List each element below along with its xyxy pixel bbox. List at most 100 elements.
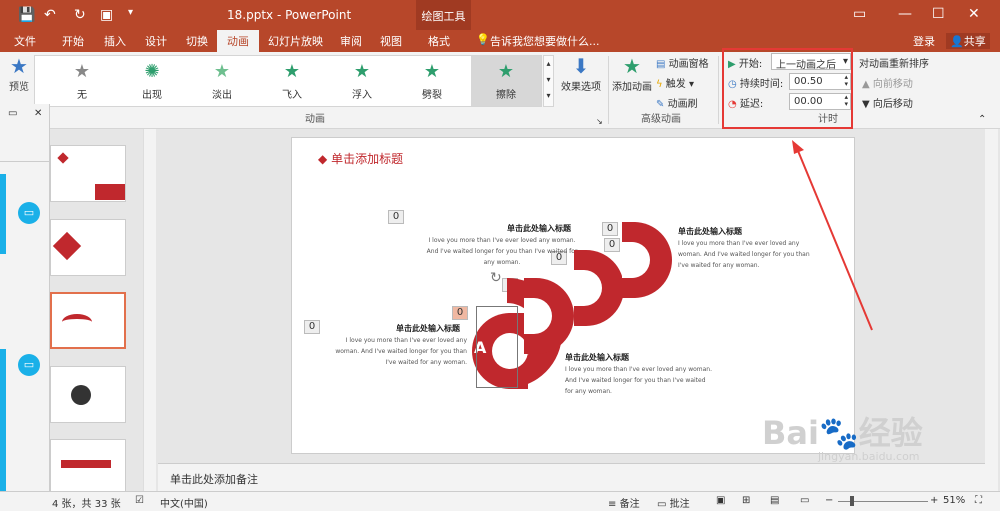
dialog-launcher-icon[interactable]: ↘ (596, 117, 603, 126)
tab-design[interactable]: 设计 (145, 33, 167, 49)
timing-highlight-box (722, 48, 853, 129)
tab-slideshow[interactable]: 幻灯片放映 (268, 33, 323, 49)
star-icon: ★ (213, 61, 231, 82)
normal-view-icon[interactable]: ▣ (716, 495, 725, 506)
notes-icon: ≡ (608, 499, 617, 510)
zoom-out-icon[interactable]: − (825, 495, 833, 506)
slide-thumbnail[interactable] (50, 145, 126, 202)
tab-transitions[interactable]: 切换 (186, 33, 208, 49)
anim-wipe[interactable]: ★ 擦除 (471, 56, 541, 106)
tab-review[interactable]: 审阅 (340, 33, 362, 49)
star-icon: ★ (423, 61, 441, 82)
anim-float-in[interactable]: ★ 浮入 (327, 56, 397, 106)
thumb-shape (71, 385, 91, 405)
slide-title[interactable]: ◆ 单击添加标题 (318, 150, 403, 167)
gallery-scroll[interactable]: ▴ ▾ ▾ (543, 55, 554, 107)
anim-fly-in[interactable]: ★ 飞入 (257, 56, 327, 106)
thumb-shape (62, 314, 92, 330)
star-icon: ★ (73, 61, 91, 82)
minimize-icon[interactable]: — (898, 6, 912, 22)
timeline-bar (0, 174, 6, 254)
slideshow-view-icon[interactable]: ▭ (800, 495, 809, 506)
close-pane-icon[interactable]: ✕ (34, 108, 42, 119)
body-left[interactable]: I love you more than I've ever loved any… (332, 335, 467, 368)
notes-toggle[interactable]: ≡ 备注 (608, 495, 640, 510)
tab-animations[interactable]: 动画 (217, 30, 259, 52)
reading-view-icon[interactable]: ▤ (770, 495, 779, 506)
thumb-shape (61, 460, 111, 468)
language-indicator[interactable]: 中文(中国) (160, 495, 208, 510)
add-animation-button[interactable]: ★ 添加动画 (610, 54, 654, 93)
restore-icon[interactable]: ▭ (8, 108, 17, 119)
trigger-button[interactable]: ϟ 触发 ▾ (656, 75, 694, 90)
zoom-level[interactable]: 51% (943, 495, 965, 506)
collapse-ribbon-icon[interactable]: ⌃ (978, 114, 986, 125)
slide-thumbnail[interactable] (50, 366, 126, 423)
thumbnail-scrollbar[interactable] (143, 129, 156, 491)
slideshow-icon[interactable]: ▣ (100, 7, 113, 23)
zoom-thumb[interactable] (850, 496, 854, 506)
watermark-logo: Bai🐾经验 (762, 414, 923, 452)
slide-counter: 4 张，共 33 张 (52, 499, 121, 510)
anim-none[interactable]: ★ 无 (47, 56, 117, 106)
monitor-icon[interactable]: ▭ (18, 202, 40, 224)
anim-split[interactable]: ★ 劈裂 (397, 56, 467, 106)
down-arrow-icon: ⬇ (572, 54, 590, 78)
move-earlier-button[interactable]: ▲ 向前移动 (862, 75, 913, 90)
tab-file[interactable]: 文件 (14, 33, 36, 49)
maximize-icon[interactable]: ☐ (932, 6, 945, 22)
notes-placeholder: 单击此处添加备注 (170, 473, 258, 486)
slide-thumbnail-selected[interactable] (50, 292, 126, 349)
selection-box[interactable] (476, 306, 518, 388)
preview-star-icon: ★ (10, 54, 28, 78)
fit-slide-icon[interactable]: ⛶ (975, 495, 982, 506)
letter-d: D (626, 250, 640, 269)
share-button[interactable]: 👤共享 (946, 33, 990, 49)
tab-insert[interactable]: 插入 (104, 33, 126, 49)
triangle-down-icon: ▼ (862, 99, 870, 110)
group-title-animation: 动画 (305, 114, 325, 125)
undo-icon[interactable]: ↶ (44, 7, 56, 23)
notes-pane[interactable]: 单击此处添加备注 (158, 463, 988, 491)
effect-options-button[interactable]: ⬇ 效果选项 (558, 54, 604, 93)
login-link[interactable]: 登录 (913, 33, 935, 49)
annotation-arrow (792, 140, 873, 331)
close-icon[interactable]: ✕ (968, 6, 980, 22)
diamond-icon: ◆ (318, 152, 328, 166)
sorter-view-icon[interactable]: ⊞ (742, 495, 750, 506)
tab-view[interactable]: 视图 (380, 33, 402, 49)
anim-order-tag: 0 (304, 320, 320, 334)
rotate-handle-icon[interactable]: ↻ (490, 270, 502, 286)
anim-appear[interactable]: ✺ 出现 (117, 56, 187, 106)
tell-me-input[interactable]: 告诉我您想要做什么... (490, 33, 600, 49)
reorder-title: 对动画重新排序 (859, 59, 929, 70)
animation-painter-button[interactable]: ✎ 动画刷 (656, 95, 698, 110)
customize-qat-icon[interactable]: ▾ (128, 7, 133, 18)
monitor-icon[interactable]: ▭ (18, 354, 40, 376)
save-icon[interactable]: 💾 (18, 7, 35, 23)
slide-thumbnail[interactable] (50, 219, 126, 276)
separator (718, 56, 719, 124)
preview-button[interactable]: ★ 预览 (4, 54, 34, 93)
move-later-button[interactable]: ▼ 向后移动 (862, 95, 913, 110)
thumb-shape (95, 184, 125, 200)
heading-right[interactable]: 单击此处输入标题 (678, 226, 742, 237)
heading-left[interactable]: 单击此处输入标题 (396, 323, 460, 334)
animation-pane-strip: ▭ ✕ ▭ ▭ (0, 104, 50, 502)
anim-fade[interactable]: ★ 淡出 (187, 56, 257, 106)
comments-toggle[interactable]: ▭ 批注 (657, 495, 690, 510)
animation-pane-button[interactable]: ▤ 动画窗格 (656, 55, 709, 70)
timeline-bar (0, 349, 6, 497)
slide-canvas[interactable]: ◆ 单击添加标题 0 0 0 0 0 0 0 0 单击此处输入标题 I love… (291, 137, 855, 454)
spellcheck-icon[interactable]: ☑ (135, 495, 144, 506)
slide-thumbnail[interactable] (50, 439, 126, 496)
slide-scrollbar[interactable] (985, 129, 998, 491)
zoom-in-icon[interactable]: + (930, 495, 938, 506)
animation-gallery: ★ 无 ✺ 出现 ★ 淡出 ★ 飞入 ★ 浮入 ★ 劈裂 ★ 擦除 (34, 55, 542, 107)
pane-icon: ▤ (656, 59, 666, 70)
tab-format[interactable]: 格式 (428, 33, 450, 49)
title-bar: 💾 ↶ ↻ ▣ ▾ 18.pptx - PowerPoint 绘图工具 ▭ — … (0, 0, 1000, 30)
redo-icon[interactable]: ↻ (74, 7, 86, 23)
tab-home[interactable]: 开始 (62, 33, 84, 49)
ribbon-display-icon[interactable]: ▭ (853, 6, 866, 22)
